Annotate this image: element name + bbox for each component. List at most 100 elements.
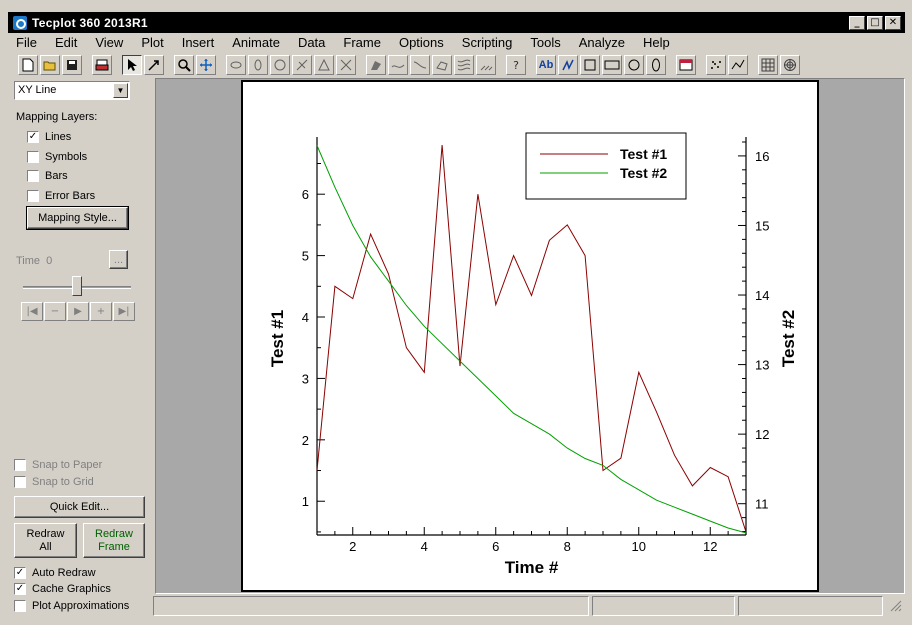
rotate-y-icon[interactable] xyxy=(248,55,268,75)
snap-to-paper-checkbox[interactable]: Snap to Paper xyxy=(14,459,102,471)
checkbox-box[interactable] xyxy=(14,459,26,471)
quick-edit-button[interactable]: Quick Edit... xyxy=(14,496,145,518)
checkbox-box[interactable] xyxy=(27,151,39,163)
skip-to-end-icon[interactable]: ▶| xyxy=(113,302,135,321)
time-label: Time 0 xyxy=(16,255,53,267)
menu-animate[interactable]: Animate xyxy=(223,35,289,50)
checkbox-label: Error Bars xyxy=(45,190,96,202)
series-line-1 xyxy=(316,145,747,533)
menu-tools[interactable]: Tools xyxy=(521,35,569,50)
auto-redraw-checkbox[interactable]: ✓ Auto Redraw xyxy=(14,567,96,579)
frame-paper[interactable]: 2 4 6 8 10 12 1 2 3 4 5 6 11 12 13 14 15 16 Time # Test #1 T… xyxy=(241,80,819,592)
menu-options[interactable]: Options xyxy=(390,35,453,50)
menu-plot[interactable]: Plot xyxy=(132,35,172,50)
iso-surface-icon[interactable] xyxy=(432,55,452,75)
y2-tick-label: 12 xyxy=(755,427,769,442)
y-tick-label: 4 xyxy=(302,310,309,325)
menu-data[interactable]: Data xyxy=(289,35,334,50)
plot-type-value: XY Line xyxy=(18,84,57,96)
maximize-button[interactable]: □ xyxy=(867,15,883,30)
status-bar xyxy=(153,596,905,616)
minimize-button[interactable]: _ xyxy=(849,15,865,30)
print-icon[interactable] xyxy=(92,55,112,75)
twist-icon[interactable] xyxy=(336,55,356,75)
new-file-icon[interactable] xyxy=(18,55,38,75)
checkbox-label: Snap to Grid xyxy=(32,476,94,488)
open-folder-icon[interactable] xyxy=(40,55,60,75)
translate-icon[interactable] xyxy=(196,55,216,75)
time-slider-thumb[interactable] xyxy=(72,276,82,296)
menu-file[interactable]: File xyxy=(8,35,46,50)
menu-view[interactable]: View xyxy=(86,35,132,50)
slice-icon[interactable] xyxy=(388,55,408,75)
resize-grip-icon[interactable] xyxy=(886,596,905,616)
checkbox-box[interactable] xyxy=(14,476,26,488)
streamtrace-icon[interactable] xyxy=(410,55,430,75)
chevron-down-icon[interactable]: ▼ xyxy=(113,83,128,98)
layer-bars-checkbox[interactable]: Bars xyxy=(27,170,68,182)
scatter-mode-icon[interactable] xyxy=(706,55,726,75)
checkbox-box[interactable]: ✓ xyxy=(14,567,26,579)
checkbox-label: Snap to Paper xyxy=(32,459,103,471)
checkbox-box[interactable]: ✓ xyxy=(27,131,39,143)
x-tick-label: 12 xyxy=(703,539,717,554)
ellipse-tool-icon[interactable] xyxy=(646,55,666,75)
workspace[interactable]: 2 4 6 8 10 12 1 2 3 4 5 6 11 12 13 14 15 16 Time # Test #1 T… xyxy=(155,78,905,594)
checkbox-box[interactable] xyxy=(27,170,39,182)
checkbox-label: Cache Graphics xyxy=(32,583,111,595)
layer-lines-checkbox[interactable]: ✓ Lines xyxy=(27,131,71,143)
window-controls: _ □ ✕ xyxy=(849,15,901,30)
rotate-z-icon[interactable] xyxy=(270,55,290,75)
menu-scripting[interactable]: Scripting xyxy=(453,35,522,50)
menu-frame[interactable]: Frame xyxy=(334,35,390,50)
menu-analyze[interactable]: Analyze xyxy=(570,35,634,50)
checkbox-label: Bars xyxy=(45,170,68,182)
menu-help[interactable]: Help xyxy=(634,35,679,50)
rotate-x-icon[interactable] xyxy=(226,55,246,75)
y2-tick-label: 11 xyxy=(755,497,769,512)
checkbox-box[interactable]: ✓ xyxy=(14,583,26,595)
cache-graphics-checkbox[interactable]: ✓ Cache Graphics xyxy=(14,583,111,595)
contour-help-icon[interactable]: ? xyxy=(506,55,526,75)
circle-tool-icon[interactable] xyxy=(624,55,644,75)
probe-icon[interactable] xyxy=(366,55,386,75)
polar-mode-icon[interactable] xyxy=(780,55,800,75)
layer-symbols-checkbox[interactable]: Symbols xyxy=(27,151,87,163)
redraw-frame-button[interactable]: Redraw Frame xyxy=(83,523,145,558)
play-icon[interactable]: ▶ xyxy=(67,302,89,321)
mapping-style-button[interactable]: Mapping Style... xyxy=(26,206,129,230)
plot-type-select[interactable]: XY Line ▼ xyxy=(14,81,130,100)
grid-mode-icon[interactable] xyxy=(758,55,778,75)
square-tool-icon[interactable] xyxy=(580,55,600,75)
menu-insert[interactable]: Insert xyxy=(173,35,224,50)
plot-approximations-checkbox[interactable]: Plot Approximations xyxy=(14,600,129,612)
rectangle-tool-icon[interactable] xyxy=(602,55,622,75)
save-icon[interactable] xyxy=(62,55,82,75)
vector-field-icon[interactable] xyxy=(476,55,496,75)
selector-arrow-icon[interactable] xyxy=(122,55,142,75)
polyline-tool-icon[interactable] xyxy=(558,55,578,75)
close-button[interactable]: ✕ xyxy=(885,15,901,30)
rollerball-icon[interactable] xyxy=(314,55,334,75)
xy-line-chart[interactable]: 2 4 6 8 10 12123456111213141516Time #Test #1 T… xyxy=(243,82,817,590)
y-axis-title: Test #1 xyxy=(268,310,287,367)
frame-tool-icon[interactable] xyxy=(676,55,696,75)
mapping-layers-label: Mapping Layers: xyxy=(16,111,98,123)
spherical-rotate-icon[interactable] xyxy=(292,55,312,75)
skip-to-start-icon[interactable]: |◀ xyxy=(21,302,43,321)
layer-error-bars-checkbox[interactable]: Error Bars xyxy=(27,190,95,202)
snap-to-grid-checkbox[interactable]: Snap to Grid xyxy=(14,476,94,488)
adjustor-arrow-icon[interactable] xyxy=(144,55,164,75)
checkbox-box[interactable] xyxy=(14,600,26,612)
step-forward-icon[interactable]: + xyxy=(90,302,112,321)
contour-lines-icon[interactable] xyxy=(454,55,474,75)
menu-edit[interactable]: Edit xyxy=(46,35,86,50)
menu-bar: File Edit View Plot Insert Animate Data … xyxy=(8,33,905,51)
text-tool-icon[interactable]: Ab xyxy=(536,55,556,75)
zoom-icon[interactable] xyxy=(174,55,194,75)
redraw-all-button[interactable]: Redraw All xyxy=(14,523,77,558)
checkbox-box[interactable] xyxy=(27,190,39,202)
xy-line-mode-icon[interactable] xyxy=(728,55,748,75)
step-back-icon[interactable]: − xyxy=(44,302,66,321)
time-more-button[interactable]: ... xyxy=(109,250,128,269)
